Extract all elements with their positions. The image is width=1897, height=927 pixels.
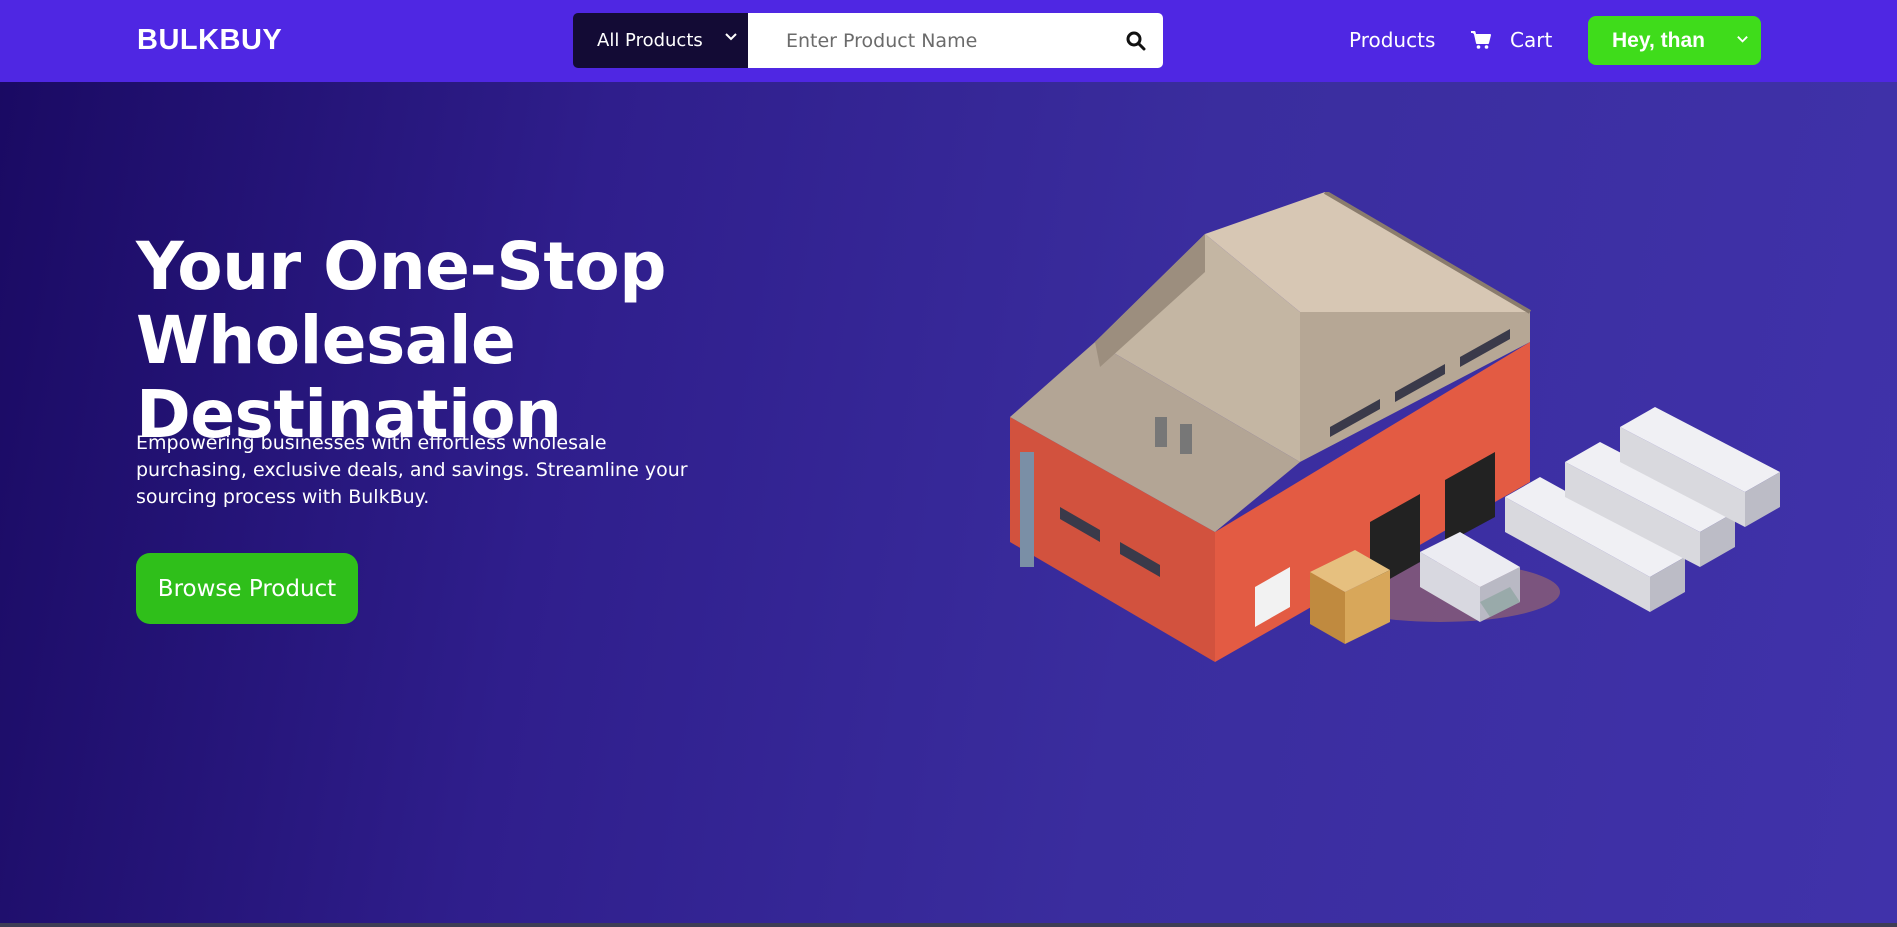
category-select-value: All Products [597, 30, 703, 51]
nav-cart-link[interactable]: Cart [1470, 28, 1552, 52]
search-bar: All Products [573, 13, 1163, 68]
top-navbar: BULKBUY All Products Products Cart Hey, … [0, 0, 1897, 82]
search-icon [1126, 31, 1145, 50]
hero-section: Your One-Stop Wholesale Destination Empo… [0, 82, 1897, 923]
warehouse-illustration [1010, 192, 1780, 662]
hero-title: Your One-Stop Wholesale Destination [136, 230, 956, 452]
search-input[interactable] [748, 13, 1108, 68]
brand-logo[interactable]: BULKBUY [137, 24, 282, 57]
user-greeting: Hey, than [1612, 28, 1705, 52]
category-select[interactable]: All Products [573, 13, 748, 68]
search-button[interactable] [1108, 13, 1163, 68]
chevron-down-icon [1737, 36, 1748, 43]
page-bottom-border [0, 923, 1897, 927]
nav-products-link[interactable]: Products [1349, 28, 1435, 52]
user-menu-button[interactable]: Hey, than [1588, 16, 1761, 65]
hero-description: Empowering businesses with effortless wh… [136, 432, 688, 508]
browse-product-button[interactable]: Browse Product [136, 553, 358, 624]
cart-icon [1471, 31, 1491, 49]
chevron-down-icon [725, 33, 737, 41]
hero-title-line1: Your One-Stop Wholesale [136, 228, 667, 379]
nav-cart-label: Cart [1510, 28, 1553, 52]
